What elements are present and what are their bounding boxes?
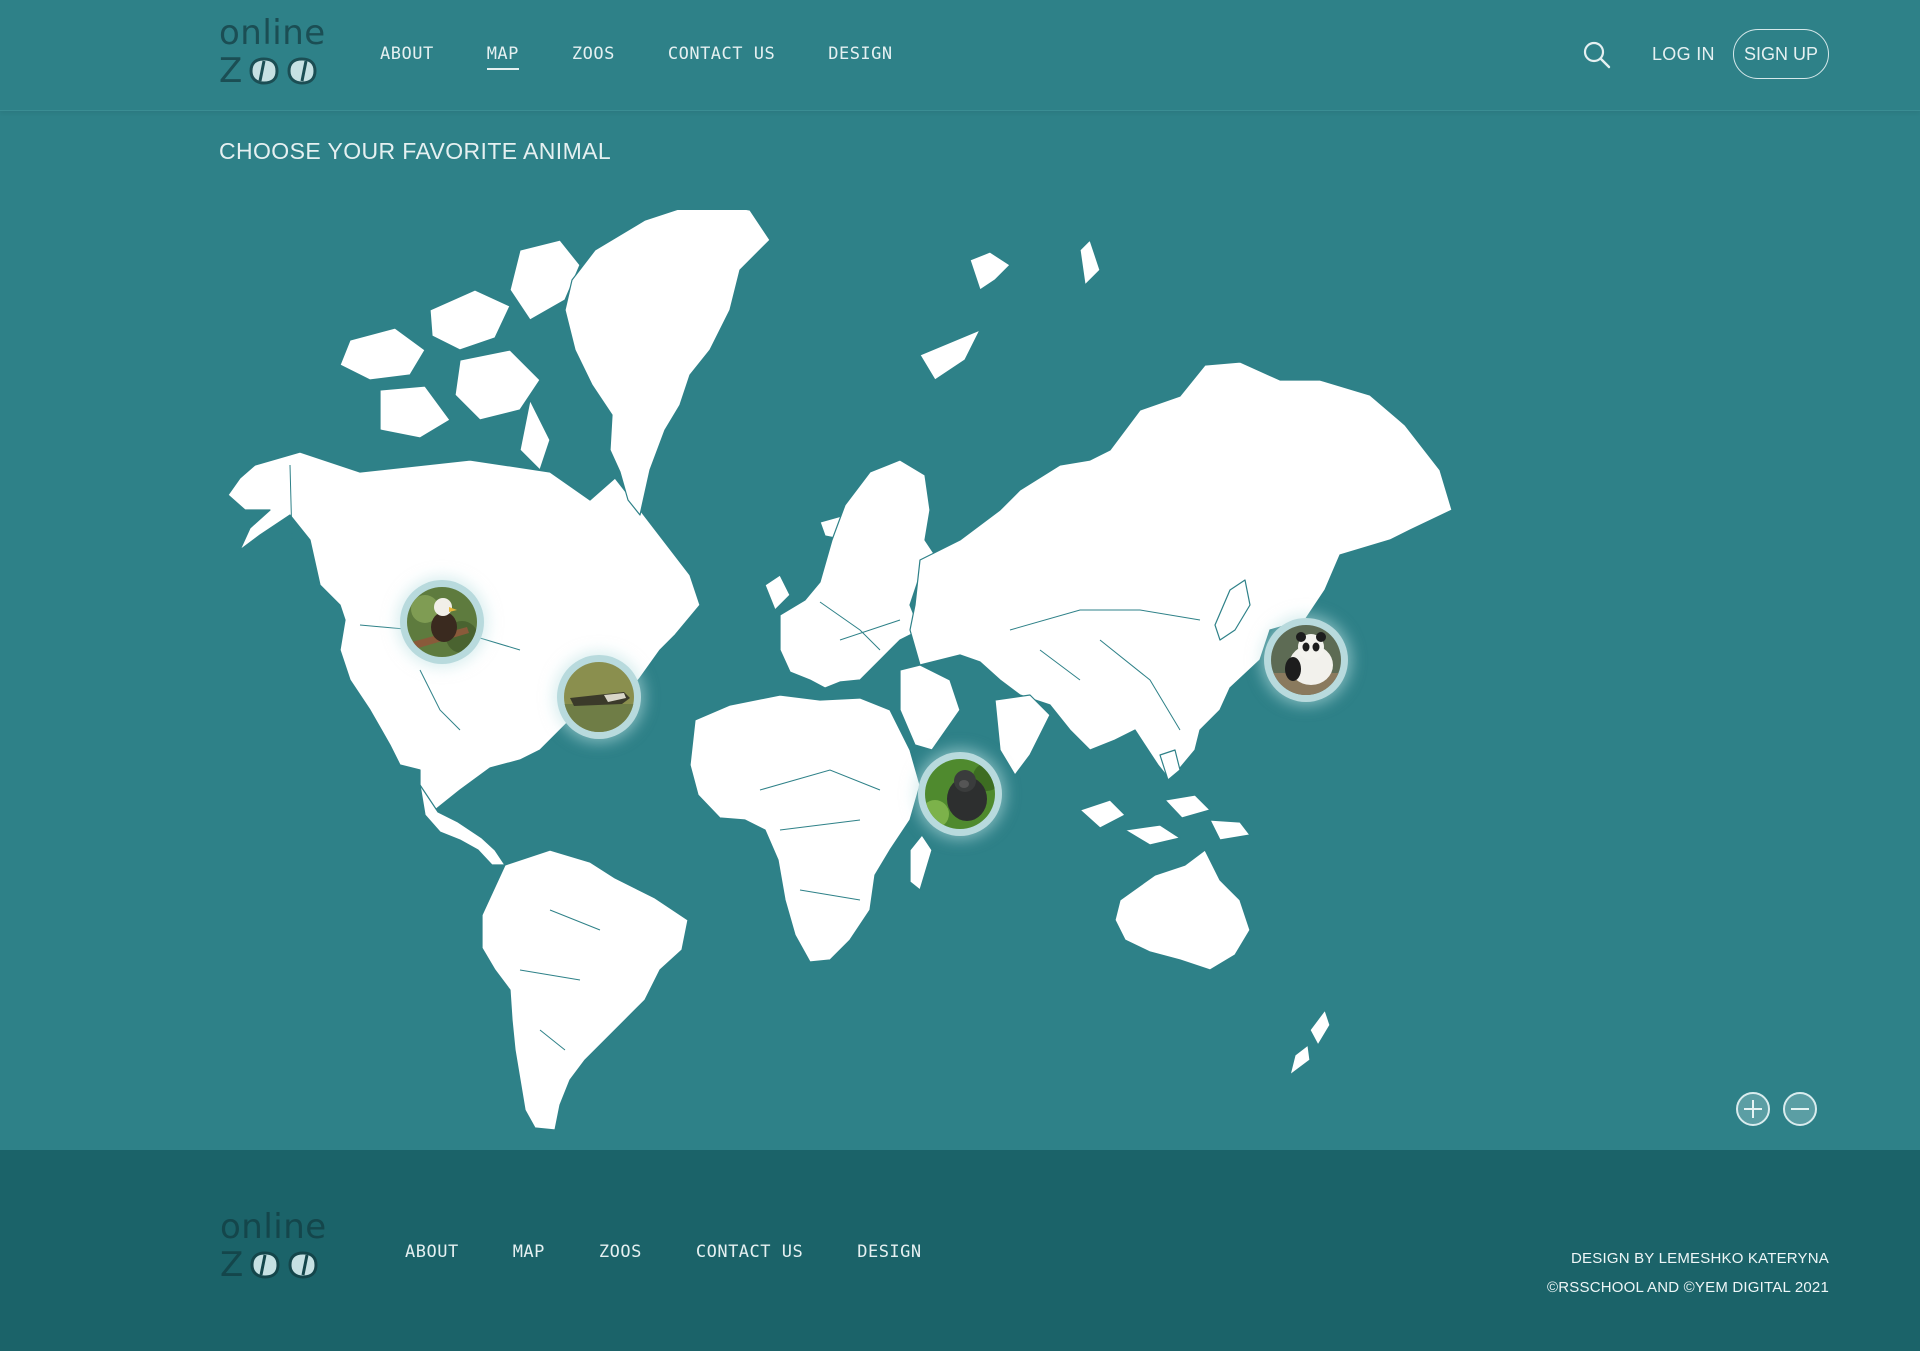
nav-about[interactable]: ABOUT bbox=[380, 44, 434, 70]
site-header: online Z ABOUT MAP ZOOS CONTACT US DESIG… bbox=[0, 0, 1920, 111]
logo[interactable]: online Z bbox=[219, 16, 326, 88]
south-america-landmass bbox=[481, 849, 689, 1131]
logo-letter-z: Z bbox=[219, 51, 243, 91]
logo-leaf-icon bbox=[288, 1251, 318, 1279]
africa-landmass bbox=[689, 694, 921, 963]
eagle-photo bbox=[407, 587, 477, 657]
footer-nav-contact-us[interactable]: CONTACT US bbox=[696, 1242, 803, 1262]
footer-nav: ABOUT MAP ZOOS CONTACT US DESIGN bbox=[405, 1242, 922, 1262]
map-pin-alligator[interactable] bbox=[557, 655, 641, 739]
nav-design[interactable]: DESIGN bbox=[828, 44, 892, 70]
logo-leaf-icon bbox=[250, 1251, 280, 1279]
asia-landmass bbox=[909, 361, 1453, 781]
main-nav: ABOUT MAP ZOOS CONTACT US DESIGN bbox=[380, 44, 893, 70]
footer-nav-design[interactable]: DESIGN bbox=[857, 1242, 921, 1262]
logo-text-online: online bbox=[220, 1207, 327, 1247]
panda-photo bbox=[1271, 625, 1341, 695]
svalbard-landmass bbox=[919, 239, 1101, 381]
map-pin-eagle[interactable] bbox=[400, 580, 484, 664]
login-link[interactable]: LOG IN bbox=[1652, 44, 1715, 65]
gorilla-photo bbox=[925, 759, 995, 829]
footer-nav-zoos[interactable]: ZOOS bbox=[599, 1242, 642, 1262]
nav-contact-us[interactable]: CONTACT US bbox=[668, 44, 775, 70]
alligator-photo bbox=[564, 662, 634, 732]
world-map[interactable] bbox=[220, 210, 1670, 1135]
zoom-in-button[interactable] bbox=[1736, 1092, 1770, 1126]
greenland-landmass bbox=[564, 210, 771, 516]
footer-nav-about[interactable]: ABOUT bbox=[405, 1242, 459, 1262]
footer-logo[interactable]: online Z bbox=[220, 1210, 327, 1282]
design-credit: DESIGN BY LEMESHKO KATERYNA bbox=[1571, 1250, 1829, 1267]
map-pin-panda[interactable] bbox=[1264, 618, 1348, 702]
footer-credits: DESIGN BY LEMESHKO KATERYNA ©RSSCHOOL AN… bbox=[1547, 1244, 1829, 1302]
search-icon[interactable] bbox=[1582, 40, 1612, 70]
map-pin-gorilla[interactable] bbox=[918, 752, 1002, 836]
zoom-out-button[interactable] bbox=[1783, 1092, 1817, 1126]
arctic-islands bbox=[339, 239, 581, 471]
logo-letter-z: Z bbox=[220, 1245, 244, 1285]
nav-map[interactable]: MAP bbox=[486, 44, 519, 70]
nav-zoos[interactable]: ZOOS bbox=[572, 44, 615, 70]
madagascar-landmass bbox=[909, 834, 933, 891]
australia-landmass bbox=[1114, 849, 1251, 971]
logo-leaf-icon bbox=[287, 57, 317, 85]
footer-nav-map[interactable]: MAP bbox=[513, 1242, 545, 1262]
page-title: CHOOSE YOUR FAVORITE ANIMAL bbox=[219, 138, 612, 164]
southeast-asia-islands bbox=[1079, 749, 1251, 846]
site-footer: online Z ABOUT MAP ZOOS CONTACT US DESIG… bbox=[0, 1150, 1920, 1351]
logo-text-online: online bbox=[219, 13, 326, 53]
signup-button[interactable]: SIGN UP bbox=[1733, 29, 1829, 79]
new-zealand-landmass bbox=[1289, 1009, 1331, 1076]
copyright-text: ©RSSCHOOL AND ©YEM DIGITAL 2021 bbox=[1547, 1279, 1829, 1296]
logo-leaf-icon bbox=[249, 57, 279, 85]
